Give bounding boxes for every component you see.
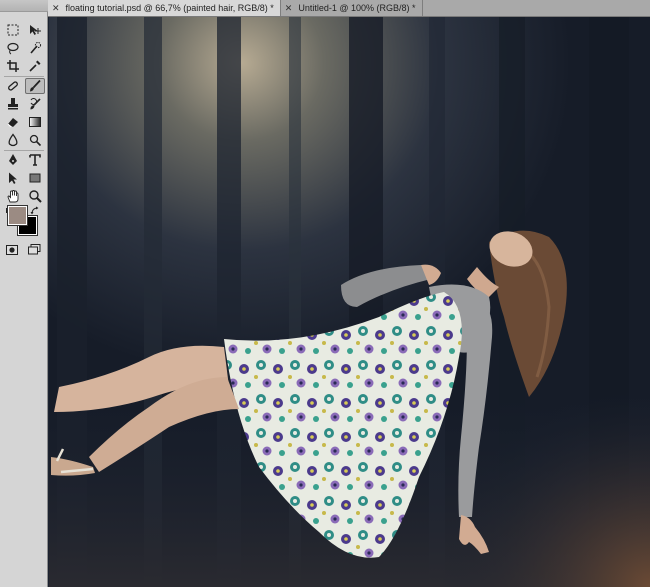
floating-girl-photo	[49, 17, 650, 587]
move-tool-icon[interactable]	[25, 22, 45, 38]
crop-tool-icon[interactable]	[3, 58, 23, 74]
tools-separator	[4, 76, 44, 77]
healing-brush-tool-icon[interactable]	[3, 78, 23, 94]
pen-tool-icon[interactable]	[3, 152, 23, 168]
foreground-color-swatch[interactable]	[7, 205, 28, 226]
quick-selection-tool-icon[interactable]	[25, 40, 45, 56]
tools-panel-grip[interactable]	[0, 0, 48, 12]
close-tab-icon[interactable]: ✕	[285, 3, 293, 14]
rectangle-tool-icon[interactable]	[25, 170, 45, 186]
path-selection-tool-icon[interactable]	[3, 170, 23, 186]
document-tab-bar: ✕ floating tutorial.psd @ 66,7% (painted…	[48, 0, 650, 17]
close-tab-icon[interactable]: ✕	[52, 3, 60, 14]
tab-floating-tutorial[interactable]: ✕ floating tutorial.psd @ 66,7% (painted…	[48, 0, 281, 16]
brush-tool-icon[interactable]	[25, 78, 45, 94]
gradient-tool-icon[interactable]	[25, 114, 45, 130]
zoom-tool-icon[interactable]	[25, 188, 45, 204]
hand-tool-icon[interactable]	[3, 188, 23, 204]
tools-panel	[0, 0, 48, 587]
tab-untitled-1[interactable]: ✕ Untitled-1 @ 100% (RGB/8) *	[281, 0, 423, 16]
eraser-tool-icon[interactable]	[3, 114, 23, 130]
clone-stamp-tool-icon[interactable]	[3, 96, 23, 112]
blur-tool-icon[interactable]	[3, 132, 23, 148]
tab-label: Untitled-1 @ 100% (RGB/8) *	[298, 3, 416, 13]
history-brush-tool-icon[interactable]	[25, 96, 45, 112]
screen-mode-icon[interactable]	[28, 242, 41, 260]
type-tool-icon[interactable]	[25, 152, 45, 168]
document-canvas[interactable]	[49, 17, 650, 587]
quick-mask-icon[interactable]	[6, 242, 18, 260]
eyedropper-tool-icon[interactable]	[25, 58, 45, 74]
lasso-tool-icon[interactable]	[3, 40, 23, 56]
dodge-tool-icon[interactable]	[25, 132, 45, 148]
tools-separator	[4, 150, 44, 151]
marquee-tool-icon[interactable]	[3, 22, 23, 38]
tab-label: floating tutorial.psd @ 66,7% (painted h…	[65, 3, 274, 13]
